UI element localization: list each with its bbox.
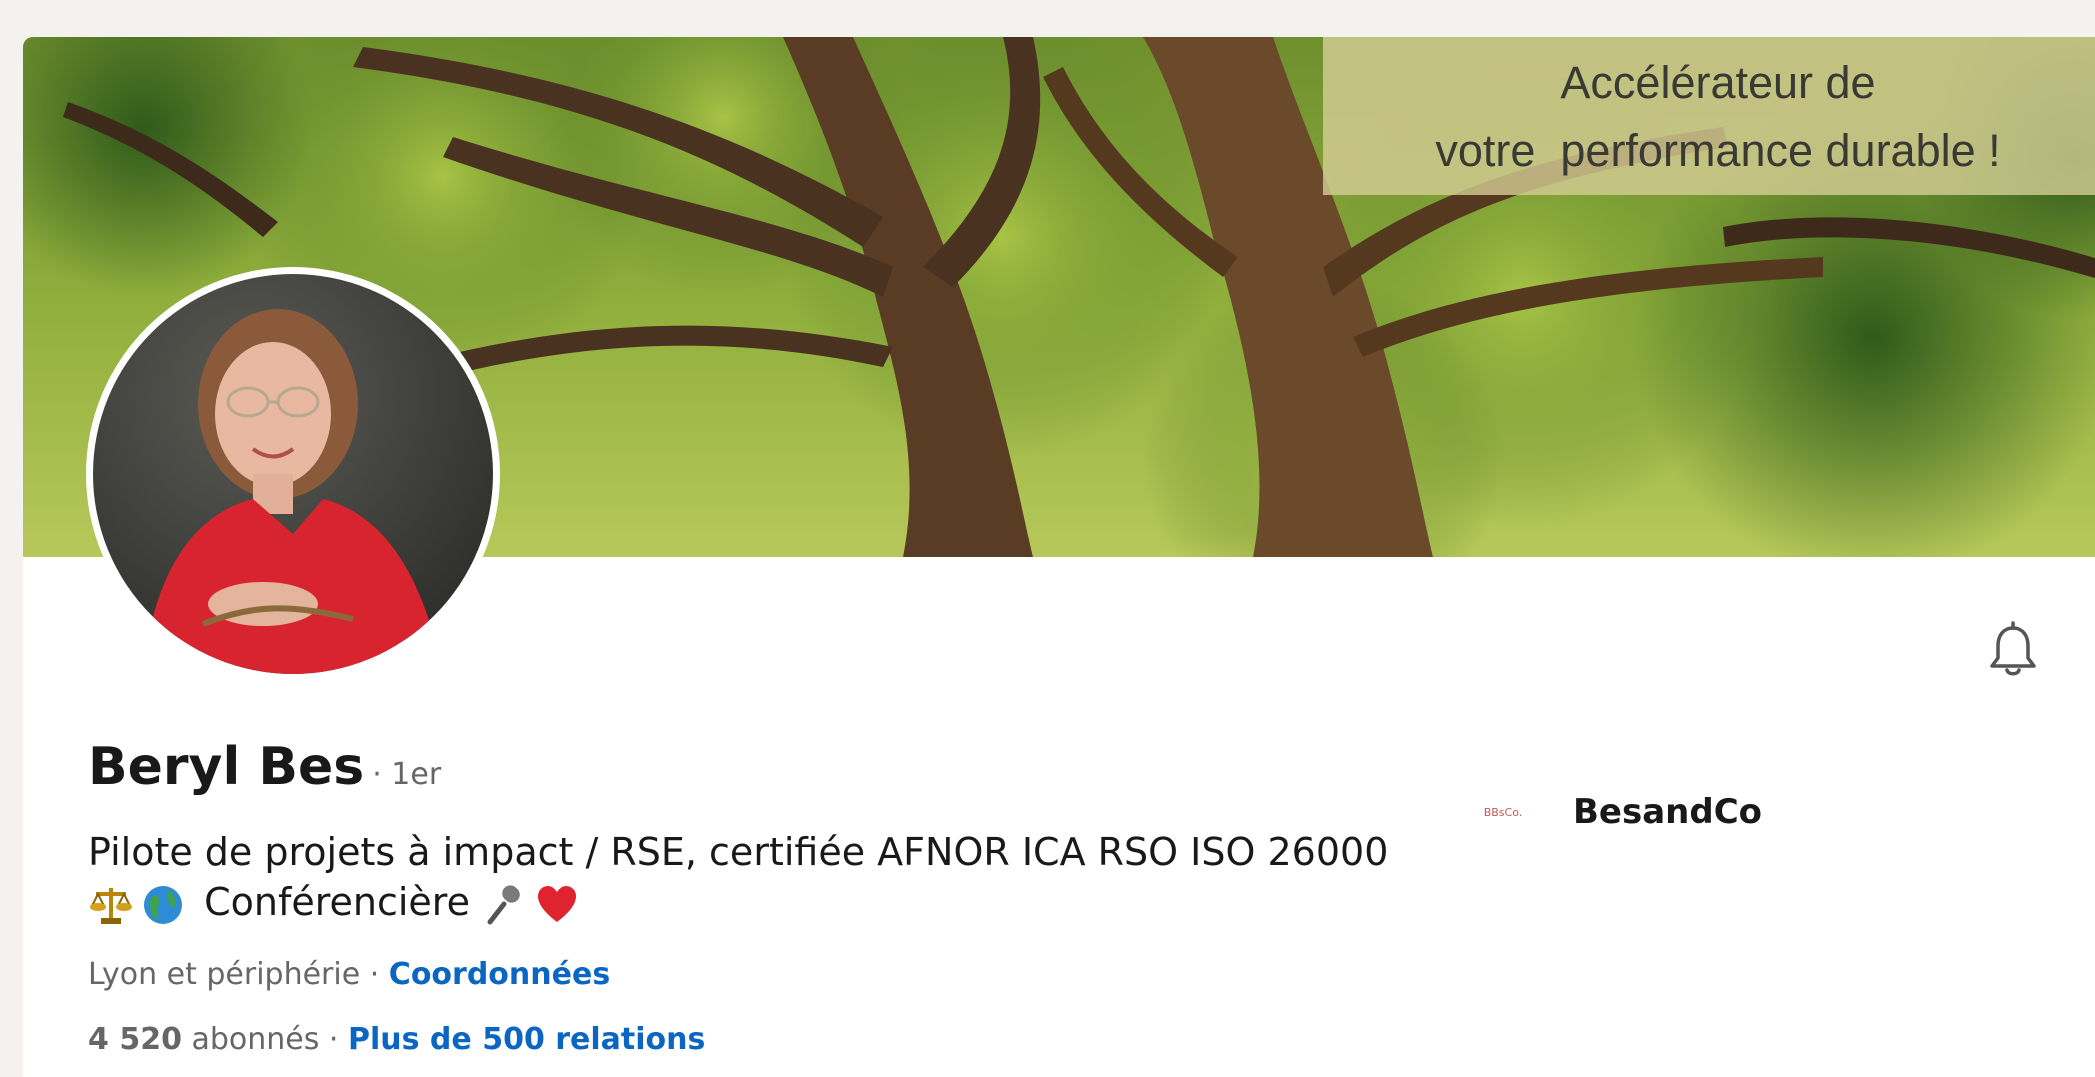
profile-avatar[interactable] [86, 267, 500, 681]
bell-icon [1990, 621, 2036, 676]
notification-bell-button[interactable] [1983, 620, 2043, 680]
profile-card: Accélérateur de votre performance durabl… [23, 37, 2095, 1077]
company-logo: BBsCo. [1463, 782, 1543, 842]
profile-name: Beryl Bes [88, 737, 365, 797]
company-name: BesandCo [1573, 792, 1763, 832]
microphone-icon [487, 884, 520, 924]
profile-location: Lyon et périphérie [88, 957, 361, 992]
headline-role: Conférencière [192, 880, 483, 924]
heart-icon [538, 885, 577, 922]
tagline-line-1: Accélérateur de [1560, 57, 1876, 108]
profile-name-row: Beryl Bes · 1er [88, 737, 441, 797]
tagline-line-2: votre performance durable ! [1435, 125, 2001, 176]
location-row: Lyon et périphérie · Coordonnées [88, 957, 610, 992]
connection-degree: · 1er [372, 757, 442, 792]
headline-line-2: Conférencière [88, 877, 1488, 928]
profile-headline: Pilote de projets à impact / RSE, certif… [88, 827, 1488, 928]
followers-label: abonnés [181, 1022, 329, 1057]
location-separator: · [360, 957, 389, 992]
banner-tagline: Accélérateur de votre performance durabl… [1323, 37, 2095, 195]
avatar-photo [93, 274, 493, 674]
contact-info-link[interactable]: Coordonnées [389, 957, 610, 992]
network-separator: · [328, 1022, 348, 1057]
scales-icon [90, 887, 132, 924]
connections-link[interactable]: Plus de 500 relations [348, 1022, 705, 1057]
followers-count: 4 520 [88, 1022, 182, 1057]
globe-icon [144, 885, 182, 924]
network-row: 4 520 abonnés · Plus de 500 relations [88, 1022, 705, 1057]
current-company[interactable]: BBsCo. BesandCo [1463, 782, 1762, 842]
headline-line-1: Pilote de projets à impact / RSE, certif… [88, 830, 1389, 874]
